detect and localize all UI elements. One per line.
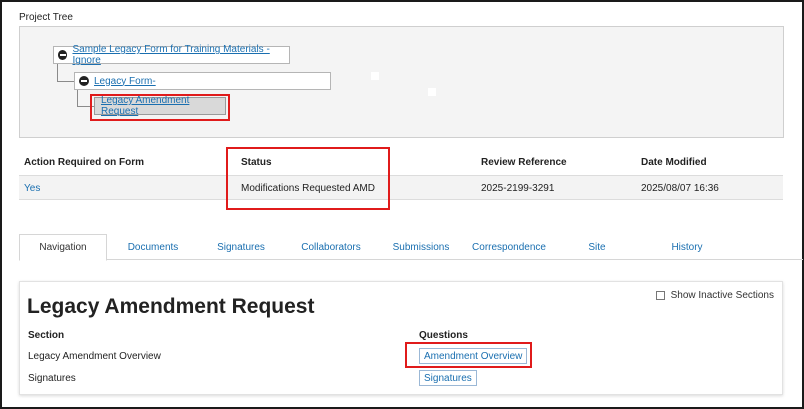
tree-node-root[interactable]: Sample Legacy Form for Training Material… [53, 44, 290, 66]
highlight-box [90, 94, 230, 121]
column-header: Review Reference [481, 157, 567, 168]
section-name: Signatures [28, 373, 76, 384]
column-header: Action Required on Form [24, 157, 144, 168]
tree-marker [371, 72, 379, 80]
tree-node-legacy-form[interactable]: Legacy Form- [74, 72, 331, 90]
page-title: Legacy Amendment Request [27, 295, 315, 318]
form-grid-header: Action Required on Form Status Review Re… [19, 150, 783, 175]
tree-node-link[interactable]: Sample Legacy Form for Training Material… [72, 44, 289, 66]
questions-column-header: Questions [419, 330, 468, 341]
section-name: Legacy Amendment Overview [28, 351, 161, 362]
form-grid-row: Yes Modifications Requested AMD 2025-219… [19, 175, 783, 200]
show-inactive-toggle[interactable]: Show Inactive Sections [655, 290, 774, 301]
review-reference-value: 2025-2199-3291 [481, 183, 555, 194]
tab-history[interactable]: History [643, 234, 731, 260]
tree-marker [428, 88, 436, 96]
tab-bar: Navigation Documents Signatures Collabor… [19, 234, 803, 261]
collapse-icon[interactable] [58, 50, 68, 60]
date-modified-value: 2025/08/07 16:36 [641, 183, 719, 194]
tab-documents[interactable]: Documents [111, 234, 195, 260]
tree-connector [57, 64, 58, 82]
navigation-panel: Legacy Amendment Request Show Inactive S… [19, 281, 783, 395]
highlight-box [226, 147, 390, 210]
tab-collaborators[interactable]: Collaborators [287, 234, 375, 260]
tab-correspondence[interactable]: Correspondence [467, 234, 551, 260]
project-tree: Sample Legacy Form for Training Material… [19, 26, 784, 138]
tab-submissions[interactable]: Submissions [379, 234, 463, 260]
show-inactive-checkbox[interactable] [655, 291, 665, 300]
tree-node-link[interactable]: Legacy Form- [94, 76, 156, 87]
signatures-button[interactable]: Signatures [419, 370, 477, 386]
action-required-link[interactable]: Yes [24, 183, 40, 194]
column-header: Date Modified [641, 157, 707, 168]
highlight-box [405, 342, 532, 368]
tab-site[interactable]: Site [555, 234, 639, 260]
project-tree-title: Project Tree [19, 12, 73, 23]
tab-signatures[interactable]: Signatures [199, 234, 283, 260]
tree-connector [77, 90, 78, 107]
tab-navigation[interactable]: Navigation [19, 234, 107, 261]
tree-connector [57, 81, 74, 82]
show-inactive-label: Show Inactive Sections [670, 290, 774, 301]
section-column-header: Section [28, 330, 65, 341]
collapse-icon[interactable] [79, 76, 89, 86]
